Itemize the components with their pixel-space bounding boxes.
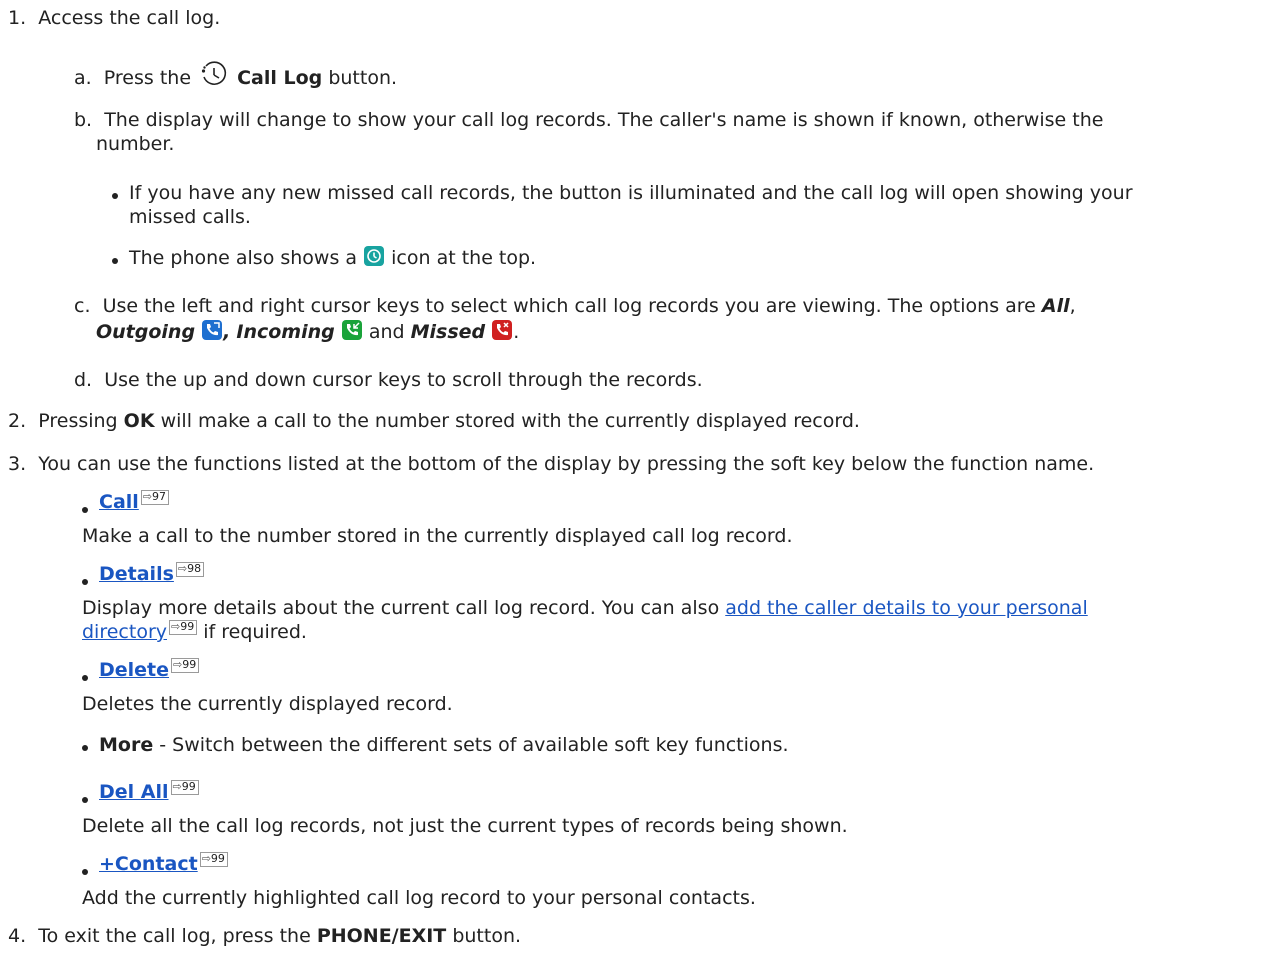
- incoming-call-icon: [341, 320, 362, 340]
- bullet-missed-line2: missed calls.: [129, 206, 251, 228]
- desc-text: - Switch between the different sets of a…: [159, 734, 789, 756]
- item-contact: +Contact ⇨99: [82, 852, 228, 876]
- substep-text: Use the up and down cursor keys to scrol…: [104, 369, 703, 391]
- call-log-clock-icon: [199, 60, 229, 90]
- substep-letter: a.: [74, 67, 92, 89]
- step-1d: d. Use the up and down cursor keys to sc…: [74, 368, 703, 392]
- missed-call-icon: [492, 320, 513, 340]
- step-1b-line1: b. The display will change to show your …: [74, 108, 1103, 132]
- bullet-missed-line1: If you have any new missed call records,…: [129, 182, 1133, 204]
- step-3: 3. You can use the functions listed at t…: [8, 452, 1094, 476]
- bullet-phone-icon: The phone also shows a icon at the top.: [129, 246, 536, 270]
- bullet-text-pre: The phone also shows a: [129, 247, 358, 269]
- substep-letter: b.: [74, 109, 93, 131]
- page-ref[interactable]: ⇨97: [140, 490, 170, 505]
- delete-link[interactable]: Delete: [99, 659, 169, 681]
- substep-text-post: button.: [328, 67, 398, 89]
- page-ref[interactable]: ⇨99: [199, 852, 228, 867]
- period: .: [513, 321, 520, 343]
- more-label: More: [99, 734, 154, 756]
- step-text: Access the call log.: [38, 7, 221, 29]
- page-ref[interactable]: ⇨99: [171, 658, 200, 673]
- step-1: 1. Access the call log.: [8, 6, 220, 30]
- option-missed: Missed: [410, 321, 486, 343]
- substep-text: The display will change to show your cal…: [104, 109, 1104, 131]
- item-details-desc-line1: Display more details about the current c…: [82, 596, 1088, 620]
- item-delete: Delete ⇨99: [82, 658, 200, 682]
- page-ref[interactable]: ⇨99: [169, 620, 198, 635]
- substep-text-pre: Press the: [103, 67, 192, 89]
- del-all-link[interactable]: Del All: [99, 781, 169, 803]
- phone-exit-label: PHONE/EXIT: [316, 925, 447, 947]
- item-delete-desc: Deletes the currently displayed record.: [82, 693, 453, 715]
- comma: ,: [223, 321, 231, 343]
- page-ref[interactable]: ⇨99: [170, 780, 199, 795]
- bullet-dot: [112, 193, 118, 199]
- item-call: Call ⇨97: [82, 490, 170, 514]
- item-contact-desc: Add the currently highlighted call log r…: [82, 887, 756, 909]
- option-all: All: [1041, 295, 1070, 317]
- step-number: 4.: [8, 925, 27, 947]
- step-text-post: button.: [452, 925, 522, 947]
- details-link[interactable]: Details: [99, 563, 174, 585]
- item-call-desc: Make a call to the number stored in the …: [82, 525, 793, 547]
- substep-letter: d.: [74, 369, 93, 391]
- option-outgoing: Outgoing: [96, 321, 196, 343]
- add-contact-link[interactable]: +Contact: [99, 853, 198, 875]
- item-details: Details ⇨98: [82, 562, 205, 586]
- call-log-label: Call Log: [237, 67, 323, 89]
- desc-text: if required.: [203, 621, 307, 643]
- step-text-pre: To exit the call log, press the: [38, 925, 311, 947]
- item-more: More - Switch between the different sets…: [82, 733, 789, 757]
- page-ref[interactable]: ⇨98: [175, 562, 205, 577]
- step-number: 3.: [8, 453, 27, 475]
- step-text: You can use the functions listed at the …: [38, 453, 1095, 475]
- option-incoming: Incoming: [236, 321, 335, 343]
- comma: ,: [1069, 295, 1076, 317]
- step-4: 4. To exit the call log, press the PHONE…: [8, 924, 521, 948]
- step-number: 1.: [8, 7, 27, 29]
- step-1a: a. Press the Call Log button.: [74, 60, 397, 90]
- step-text-post: will make a call to the number stored wi…: [160, 410, 860, 432]
- desc-text: Display more details about the current c…: [82, 597, 720, 619]
- step-text-pre: Pressing: [38, 410, 118, 432]
- step-1c-line2: Outgoing , Incoming and Missed .: [96, 320, 519, 344]
- item-details-desc-line2: directory ⇨99 if required.: [82, 620, 307, 644]
- step-1c-line1: c. Use the left and right cursor keys to…: [74, 294, 1076, 318]
- and-word: and: [368, 321, 405, 343]
- bullet-text-post: icon at the top.: [391, 247, 537, 269]
- outgoing-call-icon: [202, 320, 223, 340]
- add-to-directory-link[interactable]: add the caller details to your personal: [725, 597, 1087, 619]
- call-link[interactable]: Call: [99, 491, 139, 513]
- substep-text: Use the left and right cursor keys to se…: [102, 295, 1036, 317]
- step-1b-line2: number.: [96, 133, 175, 155]
- item-del-all: Del All ⇨99: [82, 780, 199, 804]
- substep-letter: c.: [74, 295, 91, 317]
- bullet-dot: [112, 258, 118, 264]
- ok-label: OK: [123, 410, 155, 432]
- directory-link[interactable]: directory: [82, 621, 167, 643]
- item-del-all-desc: Delete all the call log records, not jus…: [82, 815, 848, 837]
- missed-call-status-icon: [364, 246, 385, 266]
- step-number: 2.: [8, 410, 27, 432]
- step-2: 2. Pressing OK will make a call to the n…: [8, 409, 860, 433]
